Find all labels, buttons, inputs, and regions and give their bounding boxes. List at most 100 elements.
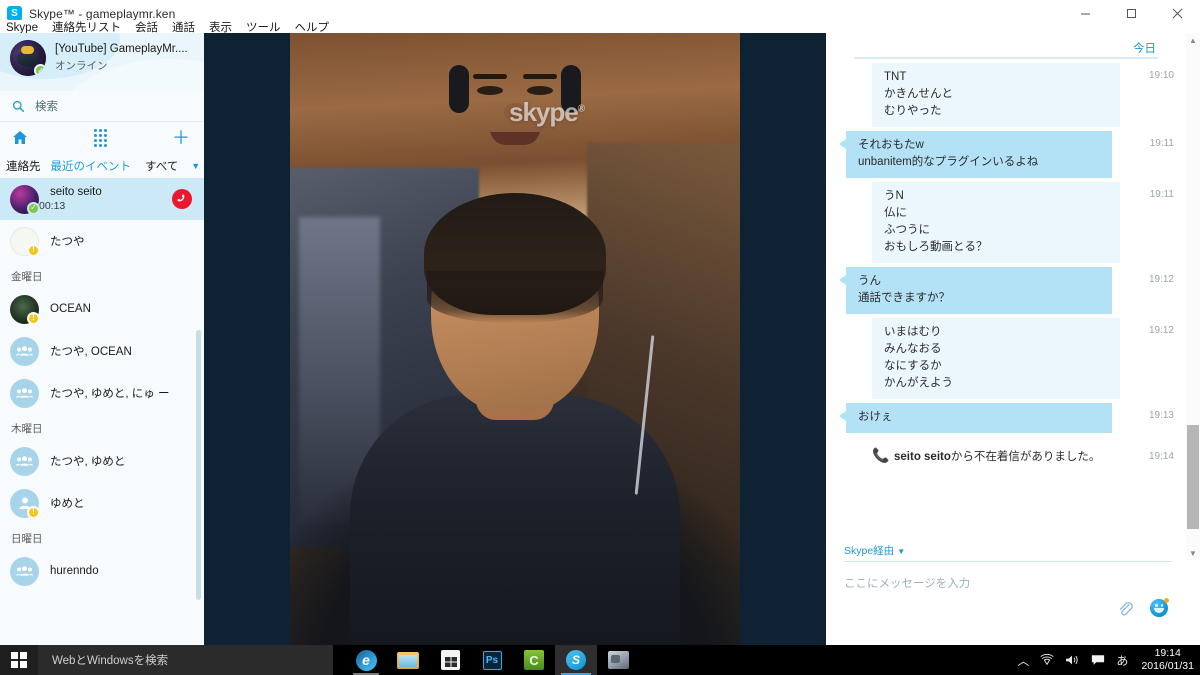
list-item[interactable]: ! OCEAN <box>0 288 204 330</box>
message-bubble[interactable]: うN 仏に ふつうに おもしろ動画とる？ 19:11 <box>826 182 1186 263</box>
message-timestamp: 19:11 <box>1149 189 1174 200</box>
message-bubble[interactable]: いまはむり みんなおる なにするか かんがえよう 19:12 <box>826 318 1186 399</box>
search-placeholder: 検索 <box>35 101 58 113</box>
message-list[interactable]: 今日 TNT かきんせんと むりやった 19:10 それおもたw unbanit… <box>826 33 1186 535</box>
tab-recent-events[interactable]: 最近のイベント <box>51 158 132 174</box>
missed-call-rest: から不在着信がありました。 <box>950 450 1101 463</box>
divider-line <box>844 561 1172 562</box>
taskbar-item-store[interactable] <box>429 645 471 675</box>
list-item[interactable]: ! たつや <box>0 220 204 262</box>
sidebar-toolbar: ＋ <box>0 122 204 153</box>
search-icon <box>12 100 25 112</box>
my-profile-row[interactable]: ✓ [YouTube] GameplayMr.... オンライン <box>0 33 204 76</box>
skype-desktop-window: S Skype™ - gameplaymr.ken Skype 連絡先リスト 会… <box>0 0 1200 675</box>
day-group-label: 金曜日 <box>11 271 43 283</box>
hangup-button[interactable] <box>172 189 192 209</box>
my-status-text: オンライン <box>55 60 108 72</box>
skype-watermark: skype® <box>509 97 585 127</box>
taskbar-item-camtasia[interactable]: C <box>513 645 555 675</box>
avatar-group-icon <box>10 446 39 476</box>
skype-icon: S <box>566 650 586 670</box>
missed-call-notice: 📞 seito seitoから不在着信がありました。 19:14 <box>872 447 1186 464</box>
video-call-stage[interactable]: skype® <box>204 33 826 645</box>
search-input[interactable]: 検索 <box>0 91 204 122</box>
avatar: ! <box>10 294 40 325</box>
message-compose-area: Skype経由 ▼ ここにメッセージを入力 <box>826 535 1186 645</box>
taskbar-search-placeholder: WebとWindowsを検索 <box>52 655 169 667</box>
home-icon[interactable] <box>12 130 28 145</box>
speaker-icon[interactable] <box>1065 654 1080 666</box>
taskbar-item-skype[interactable]: S <box>555 645 597 675</box>
taskbar-item-misc[interactable] <box>597 645 639 675</box>
chat-panel: 今日 TNT かきんせんと むりやった 19:10 それおもたw unbanit… <box>826 33 1200 645</box>
chevron-down-icon[interactable]: ▼ <box>1186 546 1200 560</box>
clock-date: 2016/01/31 <box>1141 660 1194 672</box>
list-item-name: たつや, OCEAN <box>50 346 132 358</box>
ime-indicator[interactable]: あ <box>1116 652 1128 669</box>
avatar[interactable]: ✓ <box>10 40 46 76</box>
list-item[interactable]: ✓ seito seito 00:13 <box>0 178 204 220</box>
list-item[interactable]: たつや, OCEAN <box>0 330 204 372</box>
message-bubble[interactable]: TNT かきんせんと むりやった 19:10 <box>826 63 1186 127</box>
chevron-down-icon[interactable]: ▼ <box>191 161 200 171</box>
message-timestamp: 19:12 <box>1148 274 1174 285</box>
taskbar-item-photoshop[interactable]: Ps <box>471 645 513 675</box>
system-tray: ︿ あ 19:14 2016/01/31 <box>1017 645 1200 675</box>
tab-contacts[interactable]: 連絡先 <box>6 158 41 174</box>
missed-call-text: seito seitoから不在着信がありました。 <box>894 448 1100 464</box>
filter-all[interactable]: すべて <box>145 158 178 174</box>
windows-start-icon[interactable] <box>0 645 38 675</box>
message-timestamp: 19:10 <box>1148 70 1174 81</box>
my-display-name: [YouTube] GameplayMr.... <box>55 43 188 55</box>
list-item-name: たつや <box>50 236 85 248</box>
taskbar-clock[interactable]: 19:14 2016/01/31 <box>1141 647 1194 673</box>
avatar: ! <box>10 226 40 257</box>
dialpad-icon[interactable] <box>93 128 107 147</box>
presence-away-icon: ! <box>27 243 40 257</box>
action-center-icon[interactable] <box>1091 654 1105 666</box>
list-item[interactable]: たつや, ゆめと <box>0 440 204 482</box>
taskbar-app-buttons: e Ps C S <box>345 645 639 675</box>
list-item[interactable]: hurenndo <box>0 550 204 592</box>
add-contact-icon[interactable]: ＋ <box>172 129 190 147</box>
chat-scrollbar[interactable]: ▲ ▼ <box>1186 33 1200 560</box>
wifi-icon[interactable] <box>1040 654 1055 666</box>
chevron-up-icon[interactable]: ▲ <box>1186 33 1200 47</box>
chat-scrollbar-thumb[interactable] <box>1187 425 1199 529</box>
edge-icon: e <box>355 649 377 671</box>
emoji-icon[interactable] <box>1150 598 1169 617</box>
send-via-selector[interactable]: Skype経由 ▼ <box>844 543 905 558</box>
taskbar-item-edge[interactable]: e <box>345 645 387 675</box>
store-icon <box>440 650 460 670</box>
message-timestamp: 19:14 <box>1148 451 1174 462</box>
paperclip-icon[interactable] <box>1117 600 1134 617</box>
presence-online-icon: ✓ <box>27 201 40 215</box>
conversation-list[interactable]: ✓ seito seito 00:13 ! たつや 金曜日 ! OCEAN たつ… <box>0 178 204 624</box>
skype-logo-icon: S <box>7 6 22 21</box>
chevron-down-icon[interactable]: ▼ <box>897 547 905 556</box>
message-text: TNT かきんせんと むりやった <box>872 63 1120 127</box>
avatar-group-icon <box>10 556 39 586</box>
message-text: それおもたw unbanitem的なプラグインいるよね <box>839 131 1112 178</box>
list-item[interactable]: たつや, ゆめと, にゅ ー <box>0 372 204 414</box>
chevron-up-icon[interactable]: ︿ <box>1017 652 1029 669</box>
list-item-name: たつや, ゆめと <box>50 456 126 468</box>
taskbar-item-file-explorer[interactable] <box>387 645 429 675</box>
list-item-name: たつや, ゆめと, にゅ ー <box>50 388 170 400</box>
message-text: いまはむり みんなおる なにするか かんがえよう <box>872 318 1120 399</box>
taskbar-search-input[interactable]: WebとWindowsを検索 <box>38 645 333 675</box>
avatar-person-icon: ! <box>10 488 40 519</box>
message-bubble[interactable]: うん 通話できますか？ 19:12 <box>826 267 1186 314</box>
day-divider-label: 今日 <box>1133 43 1156 55</box>
list-item[interactable]: ! ゆめと <box>0 482 204 524</box>
sidebar-scrollbar[interactable] <box>196 330 201 600</box>
message-bubble[interactable]: おけぇ 19:13 <box>826 403 1186 433</box>
avatar-group-icon <box>10 336 39 366</box>
presence-away-icon: ! <box>27 505 40 519</box>
camtasia-icon: C <box>524 650 544 670</box>
message-input[interactable]: ここにメッセージを入力 <box>844 575 970 591</box>
send-via-label: Skype経由 <box>844 545 895 557</box>
folder-icon <box>397 651 419 669</box>
message-bubble[interactable]: それおもたw unbanitem的なプラグインいるよね 19:11 <box>826 131 1186 178</box>
message-timestamp: 19:12 <box>1148 325 1174 336</box>
